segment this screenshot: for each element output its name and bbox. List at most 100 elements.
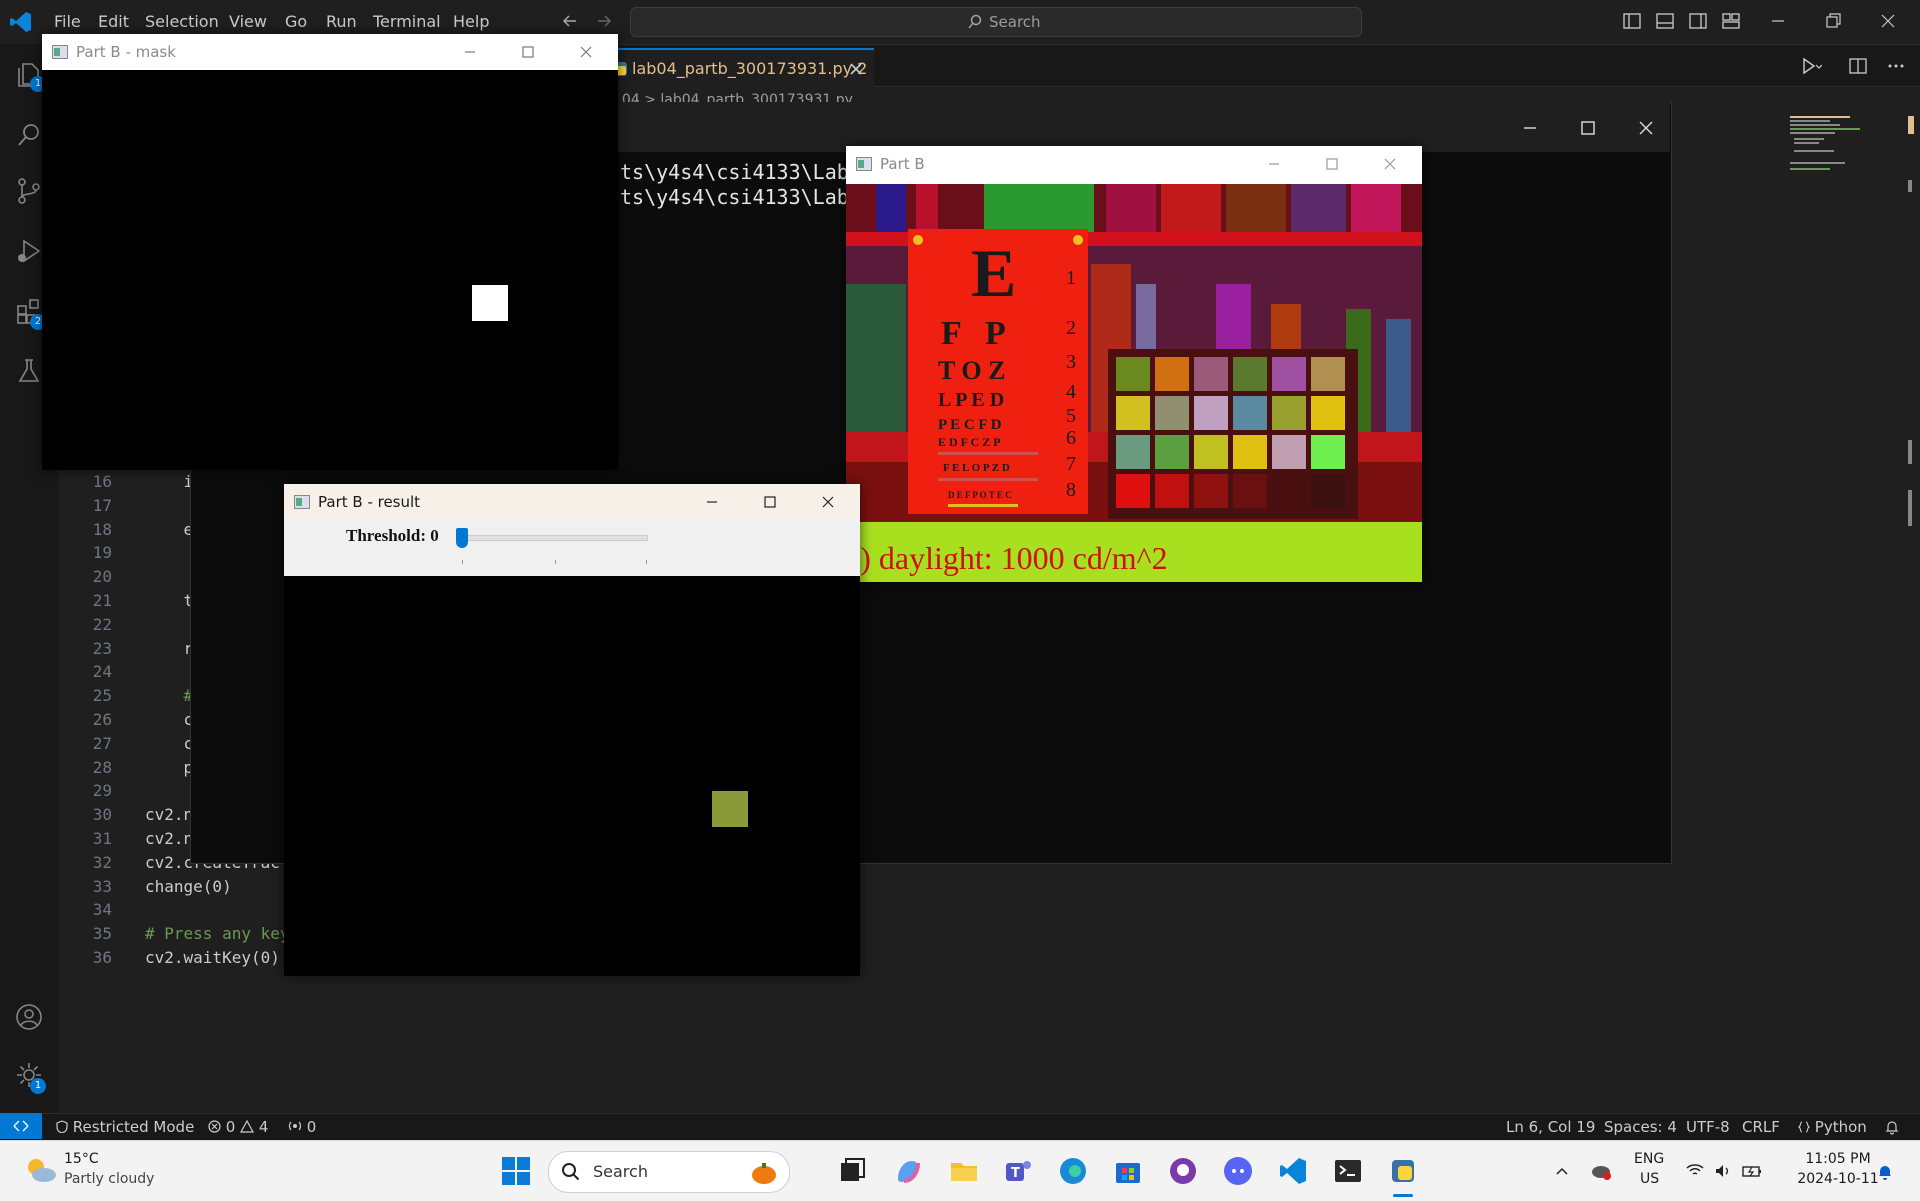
search-icon[interactable] xyxy=(14,120,44,150)
onedrive-icon[interactable] xyxy=(1590,1161,1612,1181)
minimize-icon[interactable] xyxy=(460,42,480,62)
partb-window[interactable]: Part B E F P T O Z L P E D P E C F D E D… xyxy=(846,146,1422,582)
run-python-icon[interactable] xyxy=(1800,56,1822,76)
line-number: 17 xyxy=(92,496,112,515)
menu-go[interactable]: Go xyxy=(285,12,307,31)
menu-file[interactable]: File xyxy=(54,12,81,31)
code-line[interactable]: p xyxy=(145,758,194,777)
chevron-up-icon[interactable] xyxy=(1554,1163,1570,1179)
github-desktop-icon[interactable] xyxy=(1167,1155,1199,1187)
terminal-minimize-icon[interactable] xyxy=(1520,118,1540,138)
battery-icon[interactable] xyxy=(1742,1163,1762,1179)
code-line[interactable]: e xyxy=(145,520,194,539)
terminal-maximize-icon[interactable] xyxy=(1578,118,1598,138)
copilot-icon[interactable] xyxy=(892,1155,924,1187)
minimize-icon[interactable] xyxy=(702,492,722,512)
toggle-panel-icon[interactable] xyxy=(1655,11,1675,31)
command-center-search[interactable]: Search xyxy=(630,7,1362,37)
windows-start-icon[interactable] xyxy=(500,1155,532,1187)
shield-icon xyxy=(56,1120,68,1134)
testing-icon[interactable] xyxy=(14,356,44,386)
threshold-slider-thumb[interactable] xyxy=(456,528,468,548)
restore-icon[interactable] xyxy=(1823,11,1843,31)
notifications-bell-icon[interactable] xyxy=(1884,1119,1900,1135)
terminal-taskbar-icon[interactable] xyxy=(1332,1155,1364,1187)
more-actions-icon[interactable] xyxy=(1886,56,1906,76)
run-debug-icon[interactable] xyxy=(14,236,44,266)
accounts-icon[interactable] xyxy=(14,1002,44,1032)
vscode-taskbar-icon[interactable] xyxy=(1277,1155,1309,1187)
result-window[interactable]: Part B - result Threshold: 0 xyxy=(284,484,860,976)
split-editor-icon[interactable] xyxy=(1848,56,1868,76)
source-control-icon[interactable] xyxy=(14,176,44,206)
code-line[interactable]: cv2.n xyxy=(145,829,193,848)
menu-edit[interactable]: Edit xyxy=(98,12,129,31)
restricted-mode[interactable]: Restricted Mode xyxy=(56,1118,194,1136)
minimize-icon[interactable] xyxy=(1768,11,1788,31)
cursor-position[interactable]: Ln 6, Col 19 xyxy=(1506,1118,1595,1136)
maximize-icon[interactable] xyxy=(1322,154,1342,174)
scrollbar-thumb[interactable] xyxy=(1908,490,1912,526)
encoding[interactable]: UTF-8 xyxy=(1686,1118,1730,1136)
problems-status[interactable]: 0 4 xyxy=(208,1118,268,1136)
weather-widget[interactable]: 15°C Partly cloudy xyxy=(14,1149,194,1193)
minimize-icon[interactable] xyxy=(1264,154,1284,174)
close-icon[interactable] xyxy=(818,492,838,512)
scrollbar-thumb[interactable] xyxy=(1908,440,1912,464)
toggle-sidebar-icon[interactable] xyxy=(1622,11,1642,31)
maximize-icon[interactable] xyxy=(518,42,538,62)
ports-status[interactable]: 0 xyxy=(288,1118,316,1136)
customize-layout-icon[interactable] xyxy=(1721,11,1741,31)
editor-tab-active[interactable]: lab04_partb_300173931.py 2 xyxy=(604,48,874,88)
close-icon[interactable] xyxy=(576,42,596,62)
terminal-close-icon[interactable] xyxy=(1636,118,1656,138)
code-line[interactable]: r xyxy=(145,639,194,658)
teams-icon[interactable]: T xyxy=(1002,1155,1034,1187)
close-icon[interactable] xyxy=(1380,154,1400,174)
menu-terminal[interactable]: Terminal xyxy=(373,12,441,31)
status-bar: Restricted Mode 0 4 0 Ln 6, Col 19 Space… xyxy=(0,1113,1920,1140)
threshold-track[interactable] xyxy=(456,535,648,541)
mask-window[interactable]: Part B - mask xyxy=(42,34,618,470)
python-taskbar-icon[interactable] xyxy=(1387,1155,1419,1187)
toggle-secondary-sidebar-icon[interactable] xyxy=(1688,11,1708,31)
code-line[interactable]: cv2.n xyxy=(145,805,193,824)
code-line[interactable]: c xyxy=(145,734,194,753)
task-view-icon[interactable] xyxy=(836,1155,868,1187)
maximize-icon[interactable] xyxy=(760,492,780,512)
wifi-icon[interactable] xyxy=(1686,1163,1704,1179)
indentation[interactable]: Spaces: 4 xyxy=(1604,1118,1677,1136)
code-line[interactable]: c xyxy=(145,710,194,729)
input-region[interactable]: US xyxy=(1640,1171,1659,1187)
forward-arrow-icon[interactable] xyxy=(594,11,614,31)
menu-selection[interactable]: Selection xyxy=(145,12,219,31)
menu-help[interactable]: Help xyxy=(453,12,489,31)
code-line[interactable]: cv2.waitKey(0) xyxy=(145,948,280,967)
taskbar-search[interactable]: Search xyxy=(548,1151,790,1193)
input-language[interactable]: ENG xyxy=(1634,1151,1664,1167)
notification-bell-icon[interactable] xyxy=(1876,1163,1894,1181)
code-line[interactable]: t xyxy=(145,591,194,610)
microsoft-store-icon[interactable] xyxy=(1112,1155,1144,1187)
code-line[interactable]: # xyxy=(145,686,194,705)
back-arrow-icon[interactable] xyxy=(560,11,580,31)
end-of-line[interactable]: CRLF xyxy=(1742,1118,1780,1136)
tab-label: lab04_partb_300173931.py 2 xyxy=(632,59,868,78)
close-icon[interactable] xyxy=(1878,11,1898,31)
code-line[interactable]: # Press any key xyxy=(145,924,290,943)
clock-time[interactable]: 11:05 PM xyxy=(1798,1151,1878,1167)
minimap[interactable] xyxy=(1786,112,1906,192)
clock-date[interactable]: 2024-10-11 xyxy=(1788,1171,1888,1187)
eye-chart-number: 8 xyxy=(1066,479,1076,501)
volume-icon[interactable] xyxy=(1714,1163,1732,1179)
code-line[interactable]: i xyxy=(145,472,194,491)
edge-icon[interactable] xyxy=(1057,1155,1089,1187)
file-explorer-icon[interactable] xyxy=(948,1155,980,1187)
remote-indicator[interactable] xyxy=(0,1113,42,1139)
discord-icon[interactable] xyxy=(1222,1155,1254,1187)
language-mode[interactable]: Python xyxy=(1797,1118,1867,1136)
code-line[interactable]: change(0) xyxy=(145,877,232,896)
menu-view[interactable]: View xyxy=(229,12,267,31)
menu-run[interactable]: Run xyxy=(326,12,357,31)
tab-close-icon[interactable] xyxy=(850,63,862,75)
